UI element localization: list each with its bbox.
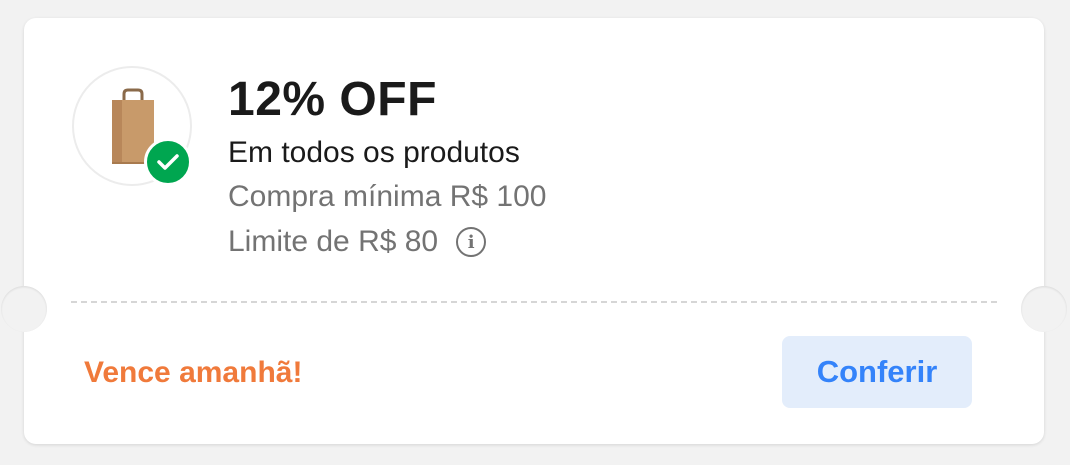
dashed-divider <box>71 301 997 303</box>
coupon-image <box>72 66 192 186</box>
check-badge <box>144 138 192 186</box>
ticket-notch-right <box>1021 286 1067 332</box>
minimum-purchase: Compra mínima R$ 100 <box>228 180 547 213</box>
discount-title: 12% OFF <box>228 73 437 126</box>
discount-scope: Em todos os produtos <box>228 136 520 169</box>
ticket-notch-left <box>1 286 47 332</box>
conferir-button[interactable]: Conferir <box>782 336 972 408</box>
discount-limit: Limite de R$ 80 <box>228 225 439 258</box>
discount-limit-row: Limite de R$ 80 i <box>228 225 487 259</box>
coupon-card: 12% OFF Em todos os produtos Compra míni… <box>1 18 1067 444</box>
check-icon <box>157 154 179 170</box>
info-icon[interactable]: i <box>456 227 487 257</box>
expiry-label: Vence amanhã! <box>84 356 303 389</box>
